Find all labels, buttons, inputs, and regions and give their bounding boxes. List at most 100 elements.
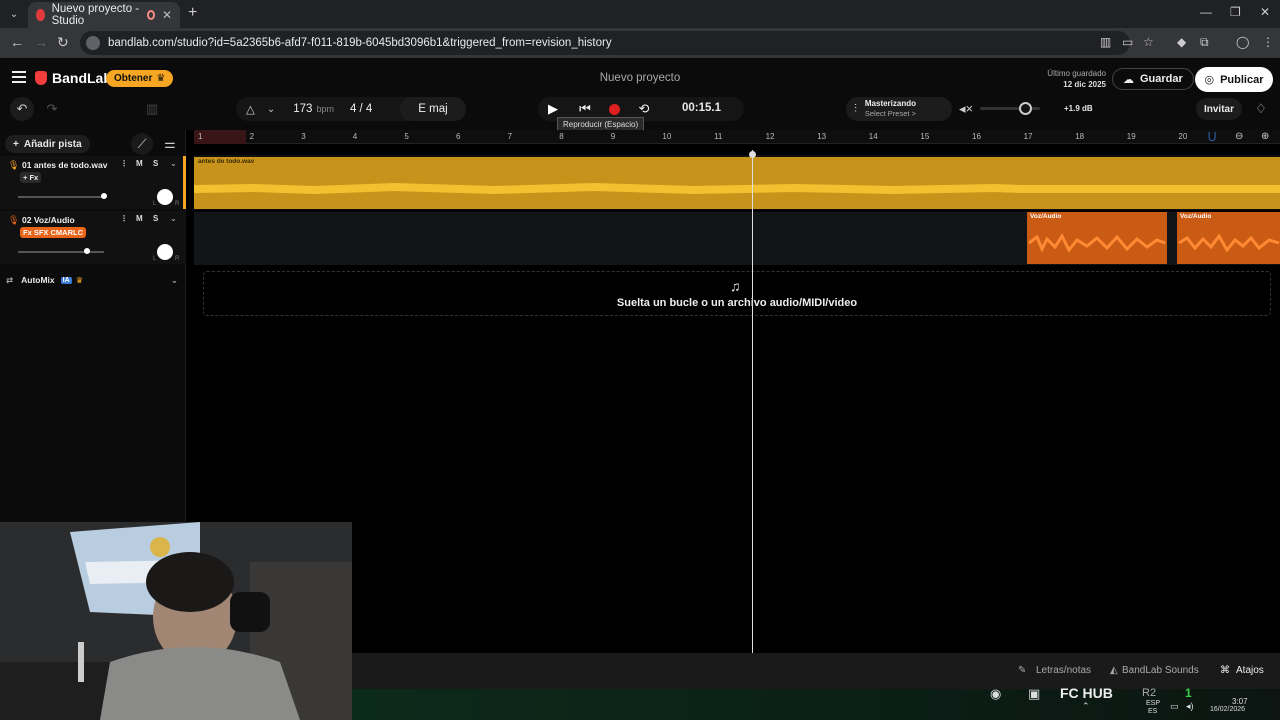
back-icon[interactable]: ← [10,34,24,50]
edit-tools-icon[interactable]: ⟋ [131,133,153,155]
audio-clip[interactable]: Voz/Audio [1027,212,1167,264]
last-saved: Último guardado 12 dic 2025 [1030,68,1106,90]
audio-clip[interactable]: Voz/Audio [1177,212,1280,264]
track-volume-knob[interactable] [84,248,90,254]
pan-knob[interactable] [157,189,173,205]
solo-button[interactable]: S [153,159,158,168]
hamburger-menu-icon[interactable] [12,71,26,86]
browser-tab[interactable]: Nuevo proyecto - Studio ✕ [28,2,180,28]
extension-diamond-icon[interactable]: ◆ [1177,35,1186,49]
track-volume-fader[interactable] [18,251,104,253]
bandlab-logo-icon [35,71,47,85]
speaker-mute-icon[interactable]: ◂× [954,97,978,121]
profile-icon[interactable]: ◯ [1236,35,1249,49]
invite-button[interactable]: Invitar [1196,98,1242,120]
ai-badge: IA [60,276,72,284]
address-bar[interactable]: bandlab.com/studio?id=5a2365b6-afd7-f011… [80,31,1130,55]
reload-icon[interactable]: ↻ [57,34,69,51]
bookmark-star-icon[interactable]: ☆ [1143,35,1154,49]
volume-icon[interactable]: ◂) [1186,701,1194,712]
track-row[interactable]: 🎙 02 Voz/Audio ⋮ M S ⌄ Fx SFX CMARLC L R [0,211,186,264]
tab-search-icon[interactable]: ⌄ [5,5,23,23]
key-selector[interactable]: E maj [400,97,466,121]
expand-chevron-icon[interactable]: ⌄ [170,214,177,223]
obtener-button[interactable]: Obtener ♛ [106,70,174,87]
pan-knob[interactable] [157,244,173,260]
audio-clip[interactable]: antes de todo.wav [194,157,1280,209]
solo-button[interactable]: S [153,214,158,223]
mastering-button[interactable]: ⫶ Masterizando Select Preset > [846,97,952,121]
mixer-icon[interactable]: ▥ [140,97,164,121]
reader-mode-icon[interactable]: ▥ [1100,35,1111,49]
zoom-in-icon[interactable]: ⊕ [1261,131,1269,142]
close-tab-icon[interactable]: ✕ [162,8,172,22]
chevron-down-icon[interactable]: ⌄ [171,275,178,286]
key-value: E maj [418,103,448,115]
master-volume-knob[interactable] [1019,102,1032,115]
lyrics-button[interactable]: Letras/notas [1036,665,1091,676]
metronome-icon[interactable]: △ [246,102,255,116]
snap-magnet-icon[interactable]: ⋃ [1208,131,1216,142]
notifications-bell-icon[interactable]: ♢ [1249,97,1273,121]
playhead-handle[interactable] [749,151,756,158]
tray-update-icon[interactable]: 1 [1185,686,1192,700]
mute-button[interactable]: M [136,214,143,223]
webcam-feed [0,522,352,720]
bottom-toolbar: ✎ Letras/notas ◭ BandLab Sounds ⌘ Atajos [352,653,1280,689]
clock-date[interactable]: 16/02/2026 [1210,706,1245,713]
new-tab-icon[interactable]: + [188,4,197,22]
cast-icon[interactable]: ▭ [1122,35,1133,49]
metronome-dropdown-icon[interactable]: ⌄ [267,104,275,115]
mute-button[interactable]: M [136,159,143,168]
record-icon [608,103,620,115]
bpm-value[interactable]: 173 [293,103,312,115]
bar-number: 4 [352,132,358,141]
undo-icon[interactable]: ↶ [10,97,34,121]
camera-app-icon[interactable]: ▣ [1028,686,1040,702]
forward-icon[interactable]: → [34,34,48,50]
expand-chevron-icon[interactable]: ⌄ [170,159,177,168]
fx-button[interactable]: Fx SFX CMARLC [20,227,86,238]
network-icon[interactable]: ▭ [1170,701,1179,712]
playhead[interactable] [752,150,753,653]
fx-button[interactable]: + Fx [20,172,42,183]
track-name[interactable]: 02 Voz/Audio [22,215,75,225]
shortcuts-button[interactable]: Atajos [1236,665,1264,676]
language-region[interactable]: ES [1148,708,1157,715]
track-options-icon[interactable]: ⋮ [120,159,128,168]
project-title[interactable]: Nuevo proyecto [540,72,740,84]
automix-row[interactable]: ⇄ AutoMix IA ♛ ⌄ [0,269,186,291]
minimize-icon[interactable]: — [1200,5,1212,19]
bandlab-logo[interactable]: BandLab [35,70,112,86]
add-track-button[interactable]: + Añadir pista [5,135,90,153]
track-row[interactable]: 🎙 01 antes de todo.wav ⋮ M S ⌄ + Fx L R [0,156,186,209]
extensions-puzzle-icon[interactable]: ⧉ [1200,35,1209,50]
bandlab-sounds-button[interactable]: BandLab Sounds [1122,665,1199,676]
tray-expand-icon[interactable]: ⌃ [1082,701,1090,712]
timeline-ruler[interactable]: 1 2 3 4 5 6 7 8 9 10 11 12 13 14 15 16 17 18 19 20 ⋃ ⊖ ⊕ [194,130,1280,144]
close-window-icon[interactable]: ✕ [1260,5,1270,19]
browser-tabstrip: ⌄ Nuevo proyecto - Studio ✕ + — ❐ ✕ [0,0,1280,28]
track-settings-icon[interactable]: ⚌ [159,133,181,155]
fc-hub-label[interactable]: FC HUB [1060,685,1113,701]
zoom-out-icon[interactable]: ⊖ [1235,131,1243,142]
ea-app-icon[interactable]: ◉ [990,686,1001,702]
track-volume-fader[interactable] [18,196,104,198]
bar-number: 1 [198,132,203,141]
time-signature[interactable]: 4 / 4 [350,103,372,115]
browser-menu-icon[interactable]: ⋮ [1262,35,1274,49]
drop-zone[interactable]: ♫ Suelta un bucle o un archivo audio/MID… [203,271,1271,316]
redo-icon[interactable]: ↷ [40,97,64,121]
site-info-icon[interactable] [86,36,100,50]
track-name[interactable]: 01 antes de todo.wav [22,160,108,170]
r2-app-icon[interactable]: R2 [1142,687,1156,699]
clock-time[interactable]: 3:07 [1232,697,1248,706]
bar-number: 5 [404,132,409,141]
save-button[interactable]: ☁ Guardar [1112,68,1194,90]
restore-icon[interactable]: ❐ [1230,5,1241,19]
language-code[interactable]: ESP [1146,700,1160,707]
track-options-icon[interactable]: ⋮ [120,214,128,223]
bar-number: 16 [972,132,981,141]
track-volume-knob[interactable] [101,193,107,199]
publish-button[interactable]: ◎ Publicar [1195,67,1273,92]
